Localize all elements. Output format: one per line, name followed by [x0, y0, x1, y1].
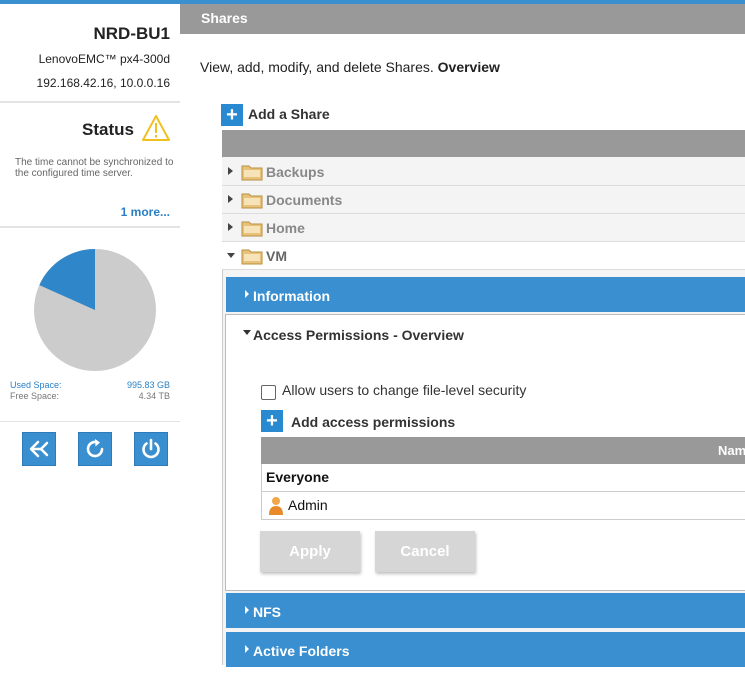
- eject-button[interactable]: [22, 432, 56, 466]
- status-more-link[interactable]: 1 more...: [121, 205, 170, 219]
- add-share-label[interactable]: Add a Share: [248, 106, 330, 122]
- plus-icon: +: [226, 104, 238, 126]
- share-name: Documents: [266, 192, 343, 208]
- storage-pie-chart: [34, 249, 156, 371]
- device-model: LenovoEMC™ px4-300d: [38, 52, 170, 66]
- shares-table-header: [222, 130, 745, 157]
- permission-name: Everyone: [266, 469, 330, 485]
- share-row-vm[interactable]: VM: [222, 242, 745, 270]
- share-name: VM: [266, 248, 287, 264]
- access-permissions-panel: Access Permissions - Overview Allow user…: [225, 314, 745, 591]
- expand-arrow-icon: [245, 645, 249, 653]
- nfs-label: NFS: [253, 604, 281, 620]
- free-space-label: Free Space:: [10, 391, 60, 401]
- free-space-value: 4.34 TB: [138, 391, 170, 401]
- information-section-header[interactable]: Information: [226, 277, 745, 312]
- permission-row-admin[interactable]: Admin: [261, 492, 745, 520]
- active-folders-section-header[interactable]: Active Folders: [226, 632, 745, 667]
- main-body: View, add, modify, and delete Shares. Ov…: [180, 34, 745, 688]
- add-access-permissions-button[interactable]: +: [261, 410, 283, 432]
- expand-arrow-icon: [228, 195, 233, 203]
- power-icon: [142, 438, 160, 459]
- divider: [0, 421, 180, 422]
- apply-button[interactable]: Apply: [260, 531, 360, 572]
- add-share-button[interactable]: +: [221, 104, 243, 126]
- restart-button[interactable]: [78, 432, 112, 466]
- sidebar: NRD-BU1 LenovoEMC™ px4-300d 192.168.42.1…: [0, 4, 180, 688]
- file-level-security-label[interactable]: Allow users to change file-level securit…: [282, 382, 526, 398]
- cancel-button[interactable]: Cancel: [375, 531, 475, 572]
- expand-arrow-icon: [245, 606, 249, 614]
- folder-icon: [241, 165, 263, 181]
- share-row-home[interactable]: Home: [222, 214, 745, 242]
- active-folders-label: Active Folders: [253, 643, 350, 659]
- information-label: Information: [253, 288, 330, 304]
- main-content: Shares View, add, modify, and delete Sha…: [180, 4, 745, 688]
- used-space-label: Used Space:: [10, 380, 62, 390]
- expand-arrow-icon: [228, 223, 233, 231]
- status-message: The time cannot be synchronized to the c…: [15, 157, 174, 179]
- collapse-arrow-icon: [227, 253, 235, 258]
- folder-icon: [241, 249, 263, 265]
- collapse-arrow-icon: [243, 330, 251, 335]
- share-name: Backups: [266, 164, 325, 180]
- power-button[interactable]: [134, 432, 168, 466]
- overview-link[interactable]: Overview: [438, 59, 500, 75]
- share-row-backups[interactable]: Backups: [222, 158, 745, 186]
- column-header-name[interactable]: Name: [718, 443, 745, 458]
- permission-name: Admin: [288, 497, 328, 513]
- plus-icon: +: [266, 410, 278, 432]
- divider: [0, 226, 180, 228]
- access-permissions-title[interactable]: Access Permissions - Overview: [253, 327, 464, 343]
- used-space-value: 995.83 GB: [126, 380, 170, 390]
- device-ip: 192.168.42.16, 10.0.0.16: [36, 76, 170, 90]
- file-level-security-checkbox[interactable]: [261, 385, 276, 400]
- warning-icon: [142, 115, 170, 141]
- share-name: Home: [266, 220, 305, 236]
- divider: [0, 101, 180, 103]
- permissions-table-header: Name: [261, 437, 745, 464]
- share-row-documents[interactable]: Documents: [222, 186, 745, 214]
- nfs-section-header[interactable]: NFS: [226, 593, 745, 628]
- restart-icon: [86, 439, 104, 458]
- page-title: Shares: [201, 10, 248, 26]
- expand-arrow-icon: [228, 167, 233, 175]
- user-icon: [269, 497, 283, 515]
- add-access-permissions-label[interactable]: Add access permissions: [291, 414, 455, 430]
- device-name: NRD-BU1: [93, 24, 171, 43]
- description-text: View, add, modify, and delete Shares.: [200, 59, 434, 75]
- expand-arrow-icon: [245, 290, 249, 298]
- page-header: Shares: [180, 4, 745, 34]
- folder-icon: [241, 221, 263, 237]
- status-title: Status: [82, 120, 134, 139]
- permission-row-everyone[interactable]: Everyone: [261, 464, 745, 492]
- page-description: View, add, modify, and delete Shares. Ov…: [200, 59, 500, 75]
- eject-icon: [29, 440, 49, 458]
- folder-icon: [241, 193, 263, 209]
